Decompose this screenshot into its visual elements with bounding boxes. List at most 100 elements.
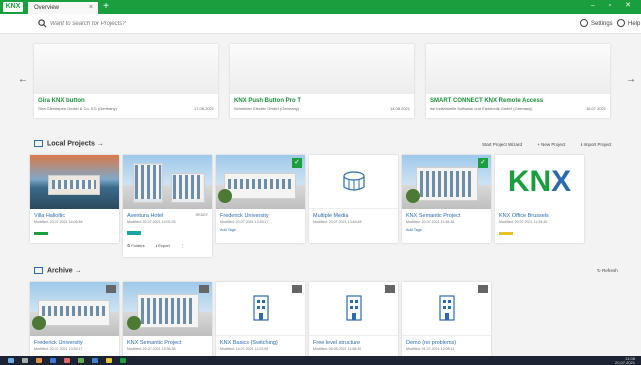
toolbar: Settings Help — [0, 14, 641, 34]
building-icon — [346, 295, 362, 321]
news-card[interactable]: Gira KNX button Gira Giersiepen GmbH & C… — [34, 44, 218, 118]
project-actions: Start Project Wizard + New Project ⭳ Imp… — [468, 141, 612, 149]
project-color-bar — [127, 231, 141, 235]
archive-card[interactable]: Free level structure Modified: 08.06.202… — [309, 282, 398, 356]
tab-overview[interactable]: Overview × — [28, 2, 98, 14]
project-modified: Modified: 20.07.2021 14:05:48 — [34, 220, 83, 224]
search-icon[interactable] — [22, 358, 28, 363]
search-icon — [38, 19, 47, 28]
os-taskbar: 11:08 20.07.2021 — [0, 356, 641, 365]
news-carousel: ← → Gira KNX button Gira Giersiepen GmbH… — [0, 34, 641, 124]
refresh-button[interactable]: ↻ Refresh — [597, 268, 618, 274]
tab-label: Overview — [34, 5, 60, 11]
archive-card[interactable]: KNX Basics (Switching) Modified: 14.07.2… — [216, 282, 305, 356]
project-modified: Modified: 20.07.2021 13:36:38 — [127, 347, 176, 351]
news-subtitle: Gira Giersiepen GmbH & Co. KG (Germany) — [38, 106, 117, 111]
news-date: 16.07.2021 — [585, 106, 606, 111]
project-modified: Modified: 20.07.2021 13:48:48 — [313, 220, 362, 224]
news-subtitle: ise Individuelle Software und Elektronik… — [430, 106, 533, 111]
add-tags-link[interactable]: Add Tags — [220, 228, 236, 232]
project-title: Villa Halloltic — [34, 213, 66, 219]
check-icon: ✓ — [292, 158, 302, 168]
news-title: Gira KNX button — [38, 98, 85, 104]
knx-app-icon[interactable] — [120, 358, 126, 363]
export-button[interactable]: ⭳ Export — [156, 243, 170, 248]
app-icon[interactable] — [106, 358, 112, 363]
project-card[interactable]: Aventura Hotel READY Modified: 20.07.202… — [123, 155, 212, 257]
knx-logo: KNX — [495, 155, 584, 209]
project-title: KNX Semantic Project — [127, 340, 182, 346]
app-icon[interactable] — [78, 358, 84, 363]
news-subtitle: Schneider Electric GmbH (Germany) — [234, 106, 300, 111]
app-icon[interactable] — [92, 358, 98, 363]
app-icon[interactable] — [50, 358, 56, 363]
project-card[interactable]: Multiple Media Modified: 20.07.2021 13:4… — [309, 155, 398, 243]
project-card[interactable]: ✓ Frederick University Modified: 20.07.2… — [216, 155, 305, 243]
news-title: SMART CONNECT KNX Remote Access — [430, 98, 544, 104]
project-thumbnail — [309, 155, 398, 209]
search-input[interactable] — [50, 18, 250, 30]
app-icon[interactable] — [36, 358, 42, 363]
archive-icon — [199, 285, 209, 293]
local-projects-heading[interactable]: Local Projects → — [34, 140, 104, 147]
project-title: Multiple Media — [313, 213, 349, 219]
news-image — [34, 44, 218, 94]
project-modified: Modified: 20.07.2021 13:39:17 — [34, 347, 83, 351]
help-icon — [617, 19, 625, 28]
stadium-icon — [343, 171, 365, 191]
start-icon[interactable] — [8, 358, 14, 363]
news-title: KNX Push Button Pro T — [234, 98, 301, 104]
new-project-button[interactable]: + New Project — [537, 142, 565, 147]
taskbar-clock: 11:08 20.07.2021 — [614, 356, 635, 365]
app-logo: KNX — [3, 2, 23, 12]
carousel-prev-button[interactable]: ← — [18, 74, 28, 85]
archive-icon — [34, 267, 43, 274]
project-card-actions: ⏲ Folders ⭳ Export ⋮ — [127, 243, 195, 250]
project-card[interactable]: ✓ KNX Semantic Project Modified: 20.07.2… — [402, 155, 491, 243]
carousel-next-button[interactable]: → — [626, 74, 636, 85]
project-modified: Modified: 20.07.2021 13:39:17 — [220, 220, 269, 224]
project-modified: Modified: 20.07.2021 14:02:28 — [127, 220, 176, 224]
archive-card[interactable]: Frederick University Modified: 20.07.202… — [30, 282, 119, 356]
archive-icon — [292, 285, 302, 293]
archive-icon — [478, 285, 488, 293]
project-card[interactable]: Villa Halloltic Modified: 20.07.2021 14:… — [30, 155, 119, 243]
folders-button[interactable]: ⏲ Folders — [127, 243, 145, 248]
more-icon[interactable]: ⋮ — [181, 243, 185, 248]
archive-icon — [106, 285, 116, 293]
project-title: Aventura Hotel — [127, 213, 164, 219]
project-title: KNX Semantic Project — [406, 213, 461, 219]
close-icon[interactable]: × — [89, 2, 93, 14]
project-card[interactable]: KNX KNX Office Brussels Modified: 20.07.… — [495, 155, 584, 243]
project-modified: Modified: 20.07.2021 11:38:38 — [406, 220, 455, 224]
news-date: 17.08.2021 — [193, 106, 214, 111]
project-title: Demo (no problems) — [406, 340, 457, 346]
app-icon[interactable] — [64, 358, 70, 363]
archive-card[interactable]: Demo (no problems) Modified: 01.07.2021 … — [402, 282, 491, 356]
start-wizard-button[interactable]: Start Project Wizard — [482, 142, 522, 147]
archive-heading[interactable]: Archive → — [34, 267, 82, 274]
window-controls[interactable]: – ▫ ✕ — [591, 1, 637, 9]
monitor-icon — [34, 140, 43, 147]
project-modified: Modified: 01.07.2021 12:08:41 — [406, 347, 455, 351]
project-color-bar — [499, 232, 513, 235]
help-button[interactable]: Help — [617, 18, 640, 30]
gear-icon — [580, 19, 588, 28]
project-title: KNX Basics (Switching) — [220, 340, 278, 346]
news-image — [426, 44, 610, 94]
news-card[interactable]: SMART CONNECT KNX Remote Access ise Indi… — [426, 44, 610, 118]
project-thumbnail — [30, 155, 119, 209]
project-modified: Modified: 20.07.2021 11:39:40 — [499, 220, 548, 224]
news-image — [230, 44, 414, 94]
archive-card[interactable]: KNX Semantic Project Modified: 20.07.202… — [123, 282, 212, 356]
news-card[interactable]: KNX Push Button Pro T Schneider Electric… — [230, 44, 414, 118]
add-tab-button[interactable]: + — [100, 2, 112, 12]
add-tags-link[interactable]: Add Tags — [406, 228, 422, 232]
project-title: Free level structure — [313, 340, 361, 346]
project-title: Frederick University — [34, 340, 83, 346]
news-date: 14.08.2021 — [389, 106, 410, 111]
settings-button[interactable]: Settings — [580, 18, 613, 30]
title-bar: KNX Overview × + – ▫ ✕ — [0, 0, 641, 14]
import-project-button[interactable]: ⭳ Import Project — [581, 142, 612, 147]
building-icon — [439, 295, 455, 321]
